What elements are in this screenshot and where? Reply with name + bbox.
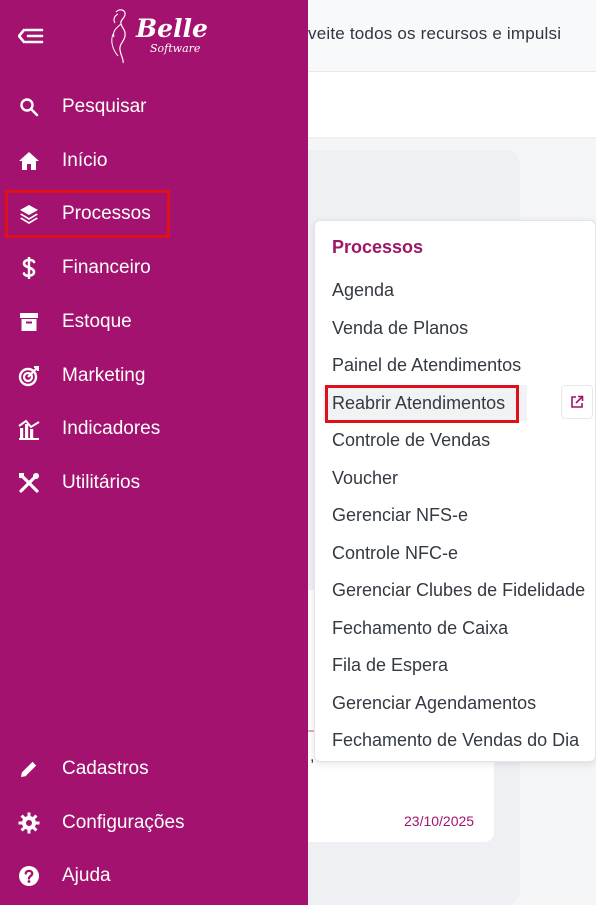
reabrir-highlight-box [325,385,519,423]
banner-text: veite todos os recursos e impulsi [308,24,562,43]
sidebar-item-financeiro[interactable]: Financeiro [8,248,300,288]
logo-subtitle: Software [150,42,201,55]
logo-name: Belle [136,14,208,43]
sidebar-item-label: Cadastros [62,758,149,779]
sidebar-item-label: Configurações [62,812,185,833]
menu-item-painel-de-atendimentos[interactable]: Painel de Atendimentos [323,347,585,383]
collapse-menu-icon [18,28,44,44]
sub-header [308,72,596,138]
menu-item-venda-de-planos[interactable]: Venda de Planos [323,310,527,346]
sidebar-item-utilitarios[interactable]: Utilitários [8,463,300,503]
help-icon [18,865,40,887]
collapse-sidebar-button[interactable] [16,22,46,50]
menu-item-controle-de-vendas[interactable]: Controle de Vendas [323,422,585,458]
chart-icon [18,418,40,440]
sidebar-item-label: Marketing [62,365,146,386]
sidebar-item-label: Estoque [62,311,132,332]
card-date: 23/10/2025 [404,813,475,829]
sidebar-item-marketing[interactable]: Marketing [8,356,300,396]
sidebar-item-label: Pesquisar [62,96,147,117]
menu-item-voucher[interactable]: Voucher [323,460,585,496]
flyout-title: Processos [332,237,424,257]
menu-item-gerenciar-clubes-de-fidelidade[interactable]: Gerenciar Clubes de Fidelidade [323,572,585,608]
sidebar-item-ajuda[interactable]: Ajuda [8,856,300,896]
open-in-new-tab-button[interactable] [561,385,593,419]
sidebar-item-label: Indicadores [62,418,161,439]
external-link-icon [571,395,584,408]
gear-icon [18,812,40,834]
target-icon [18,365,40,387]
archive-icon [18,311,40,333]
sidebar-item-label: Financeiro [62,257,151,278]
sidebar-item-label: Início [62,150,108,171]
search-icon [18,96,40,118]
menu-item-gerenciar-agendamentos[interactable]: Gerenciar Agendamentos [323,685,585,721]
menu-item-controle-nfc-e[interactable]: Controle NFC-e [323,535,585,571]
sidebar-item-cadastros[interactable]: Cadastros [8,749,300,789]
sidebar-item-label: Ajuda [62,865,111,886]
menu-item-fechamento-de-caixa[interactable]: Fechamento de Caixa [323,610,585,646]
processos-highlight-box [5,190,170,238]
sidebar-item-indicadores[interactable]: Indicadores [8,409,300,449]
sidebar-item-label: Utilitários [62,472,141,493]
pencil-icon [18,758,40,780]
dollar-icon [18,257,40,279]
menu-item-fechamento-de-vendas-do-dia[interactable]: Fechamento de Vendas do Dia [323,722,585,758]
tools-icon [18,472,40,494]
logo[interactable]: Belle Software [104,6,208,64]
top-banner: veite todos os recursos e impulsi [308,0,596,72]
menu-item-fila-de-espera[interactable]: Fila de Espera [323,647,585,683]
processos-flyout-menu: Processos Agenda Venda de Planos Painel … [314,220,596,762]
app-root: veite todos os recursos e impulsi , 23/1… [0,0,596,905]
home-icon [18,150,40,172]
sidebar-item-configuracoes[interactable]: Configurações [8,803,300,843]
sidebar: Belle Software Pesquisar Início Processo… [0,0,308,905]
sidebar-item-pesquisar[interactable]: Pesquisar [8,87,300,127]
sidebar-item-estoque[interactable]: Estoque [8,302,300,342]
menu-item-gerenciar-nfs-e[interactable]: Gerenciar NFS-e [323,497,585,533]
sidebar-item-inicio[interactable]: Início [8,141,300,181]
menu-item-agenda[interactable]: Agenda [323,272,527,308]
